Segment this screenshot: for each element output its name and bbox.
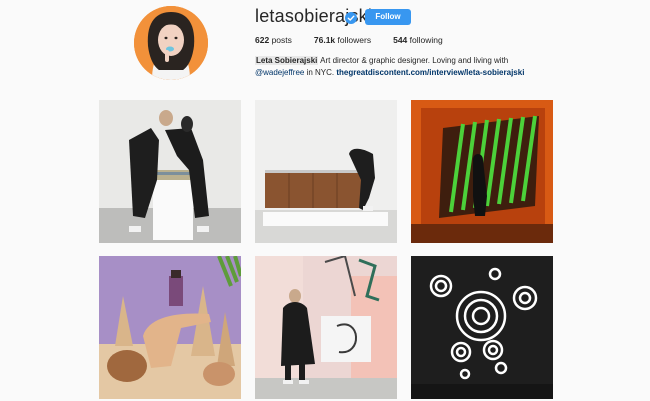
profile-stats: 622 posts 76.1k followers 544 following	[255, 35, 443, 45]
followers-stat[interactable]: 76.1k followers	[314, 35, 371, 45]
posts-stat: 622 posts	[255, 35, 292, 45]
posts-label: posts	[271, 35, 292, 45]
avatar[interactable]	[134, 6, 208, 80]
post-thumbnail[interactable]	[99, 256, 241, 399]
full-name: Leta Sobierajski	[255, 56, 319, 65]
posts-count: 622	[255, 35, 270, 45]
followers-count: 76.1k	[313, 35, 336, 45]
post-thumbnail[interactable]	[99, 100, 241, 243]
profile-bio: Leta Sobierajski Art director & graphic …	[255, 55, 575, 79]
post-thumbnail[interactable]	[255, 100, 397, 243]
following-stat[interactable]: 544 following	[393, 35, 443, 45]
post-thumbnail[interactable]	[255, 256, 397, 399]
verified-badge-icon	[345, 11, 357, 24]
follow-button[interactable]: Follow	[365, 9, 411, 25]
following-label: following	[409, 35, 443, 45]
post-thumbnail[interactable]	[411, 100, 553, 243]
post-thumbnail[interactable]	[411, 256, 553, 399]
bio-text-2: in NYC.	[304, 68, 337, 77]
website-link[interactable]: thegreatdiscontent.com/interview/leta-so…	[336, 68, 524, 77]
mention-link[interactable]: @wadejeffree	[255, 68, 304, 77]
following-count: 544	[393, 35, 408, 45]
bio-text: Art director & graphic designer. Loving …	[318, 56, 509, 65]
followers-label: followers	[337, 35, 372, 45]
profile-header: letasobierajski Follow 622 posts 76.1k f…	[0, 0, 650, 95]
